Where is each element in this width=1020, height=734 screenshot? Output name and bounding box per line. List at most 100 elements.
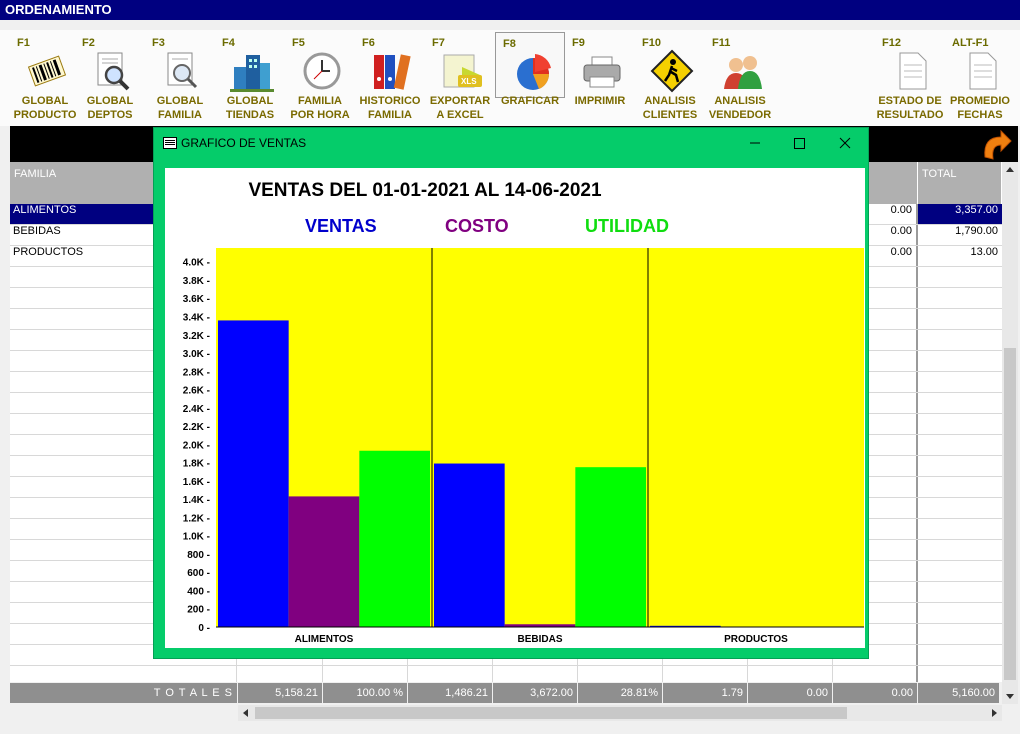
maximize-button[interactable] — [776, 130, 822, 156]
bar-chart: ALIMENTOS BEBIDAS PRODUCTOS 0 - 200 - 400 - 60… — [183, 248, 864, 645]
svg-text:XLS: XLS — [461, 77, 477, 86]
pie-chart-icon — [517, 54, 551, 90]
people-icon — [724, 56, 762, 89]
shortcut-key: F10 — [642, 37, 661, 49]
y-tick-label: 2.6K - — [183, 386, 210, 397]
y-tick-label: 0 - — [198, 623, 210, 634]
shortcut-key: F11 — [712, 37, 731, 49]
horizontal-scroll-thumb[interactable] — [255, 707, 847, 719]
y-tick-label: 3.6K - — [183, 294, 210, 305]
global-tiendas-button[interactable]: F4 GLOBAL TIENDAS — [215, 30, 285, 126]
total-value: 0.00 — [748, 683, 833, 703]
clock-icon — [303, 52, 341, 90]
shortcut-key: F2 — [82, 37, 95, 49]
total-value: 1,486.21 — [408, 683, 493, 703]
printer-icon — [583, 56, 621, 88]
analisis-vendedor-button[interactable]: F11 ANALISIS VENDEDOR — [705, 30, 775, 126]
buildings-icon — [230, 55, 274, 92]
shortcut-key: F5 — [292, 37, 305, 49]
bar-costo-alimentos — [288, 496, 360, 627]
x-tick-label: PRODUCTOS — [724, 634, 788, 645]
horizontal-scrollbar[interactable] — [238, 705, 1002, 721]
totals-label: T O T A L E S — [10, 683, 238, 703]
document-search-icon — [97, 52, 130, 91]
scroll-down-icon[interactable] — [1002, 688, 1018, 704]
vertical-scroll-thumb[interactable] — [1004, 348, 1016, 680]
familia-por-hora-button[interactable]: F5 FAMILIA POR HORA — [285, 30, 355, 126]
y-tick-label: 1.4K - — [183, 495, 210, 506]
y-tick-label: 1.6K - — [183, 477, 210, 488]
y-tick-label: 2.8K - — [183, 367, 210, 378]
cell-total: 3,357.00 — [918, 204, 1002, 224]
toolbar-label: ANALISIS VENDEDOR — [708, 95, 772, 121]
close-button[interactable] — [822, 130, 868, 156]
y-tick-label: 3.0K - — [183, 349, 210, 360]
total-value: 0.00 — [833, 683, 918, 703]
y-tick-label: 1.8K - — [183, 459, 210, 470]
maximize-icon — [794, 138, 805, 149]
cell-total: 13.00 — [970, 246, 998, 258]
analisis-clientes-button[interactable]: F10 ANALISIS CLIENTES — [635, 30, 705, 126]
total-value: 28.81% — [578, 683, 663, 703]
y-tick-label: 3.4K - — [183, 312, 210, 323]
minimize-icon — [750, 142, 760, 144]
y-tick-label: 2.4K - — [183, 404, 210, 415]
shortcut-key: F8 — [503, 38, 516, 50]
total-value: 5,158.21 — [238, 683, 323, 703]
column-header-total[interactable]: TOTAL — [918, 162, 1002, 204]
vertical-scrollbar[interactable] — [1002, 162, 1018, 704]
y-tick-label: 400 - — [187, 586, 210, 597]
chart-panel: VENTAS DEL 01-01-2021 AL 14-06-2021 VENT… — [165, 168, 865, 648]
y-tick-label: 2.0K - — [183, 440, 210, 451]
bar-utilidad-alimentos — [359, 450, 430, 627]
y-tick-label: 600 - — [187, 568, 210, 579]
close-icon — [839, 137, 851, 149]
bar-ventas-bebidas — [434, 463, 505, 627]
document-icon — [969, 52, 997, 90]
window-icon — [163, 137, 177, 149]
x-tick-label: ALIMENTOS — [295, 634, 354, 645]
totals-row: T O T A L E S 5,158.21 100.00 % 1,486.21… — [10, 683, 1000, 703]
barcode-icon — [27, 55, 67, 87]
total-value: 1.79 — [663, 683, 748, 703]
y-tick-label: 4.0K - — [183, 258, 210, 269]
graficar-button[interactable]: F8 — [495, 32, 565, 98]
shortcut-key: F4 — [222, 37, 235, 49]
historico-familia-button[interactable]: F6 HISTORICO FAMILIA — [355, 30, 425, 126]
pedestrian-sign-icon — [650, 49, 694, 93]
y-tick-label: 1.0K - — [183, 532, 210, 543]
y-tick-label: 1.2K - — [183, 513, 210, 524]
imprimir-button[interactable]: F9 IMPRIMIR — [565, 30, 635, 126]
shortcut-key: F7 — [432, 37, 445, 49]
y-tick-label: 800 - — [187, 550, 210, 561]
y-tick-label: 200 - — [187, 605, 210, 616]
y-tick-label: 3.2K - — [183, 331, 210, 342]
cell-total: 1,790.00 — [955, 225, 998, 237]
y-tick-label: 3.8K - — [183, 276, 210, 287]
scroll-right-icon[interactable] — [986, 705, 1002, 721]
global-familia-button[interactable]: F3 GLOBAL FAMILIA — [145, 30, 215, 126]
x-tick-label: BEBIDAS — [517, 634, 562, 645]
bar-ventas-alimentos — [218, 320, 289, 627]
refresh-arrow-icon[interactable] — [975, 127, 1017, 163]
window-title: ORDENAMIENTO — [0, 0, 1020, 20]
exportar-excel-button[interactable]: F7 XLS EXPORTAR A EXCEL — [425, 30, 495, 126]
document-icon — [899, 52, 927, 90]
binders-icon — [374, 54, 411, 90]
scroll-up-icon[interactable] — [1002, 162, 1018, 178]
shortcut-key: F1 — [17, 37, 30, 49]
toolbar: F1 GLOBAL PRODUCTO F2 GLOBAL DEPTOS F3 G… — [0, 30, 1020, 126]
chart-dialog: GRAFICO DE VENTAS VENTAS DEL 01-01-2021 … — [153, 127, 869, 659]
promedio-fechas-button[interactable]: ALT-F1 PROMEDIO FECHAS — [945, 30, 1015, 126]
bar-utilidad-bebidas — [575, 467, 646, 627]
minimize-button[interactable] — [732, 130, 778, 156]
document-search-icon — [167, 52, 198, 89]
scroll-left-icon[interactable] — [238, 705, 254, 721]
estado-resultado-button[interactable]: F12 ESTADO DE RESULTADO — [875, 30, 945, 126]
shortcut-key: F3 — [152, 37, 165, 49]
shortcut-key: F9 — [572, 37, 585, 49]
global-deptos-button[interactable]: F2 GLOBAL DEPTOS — [75, 30, 145, 126]
toolbar-label: PROMEDIO FECHAS — [950, 95, 1010, 121]
shortcut-key: F12 — [882, 37, 901, 49]
excel-icon: XLS — [443, 54, 482, 88]
